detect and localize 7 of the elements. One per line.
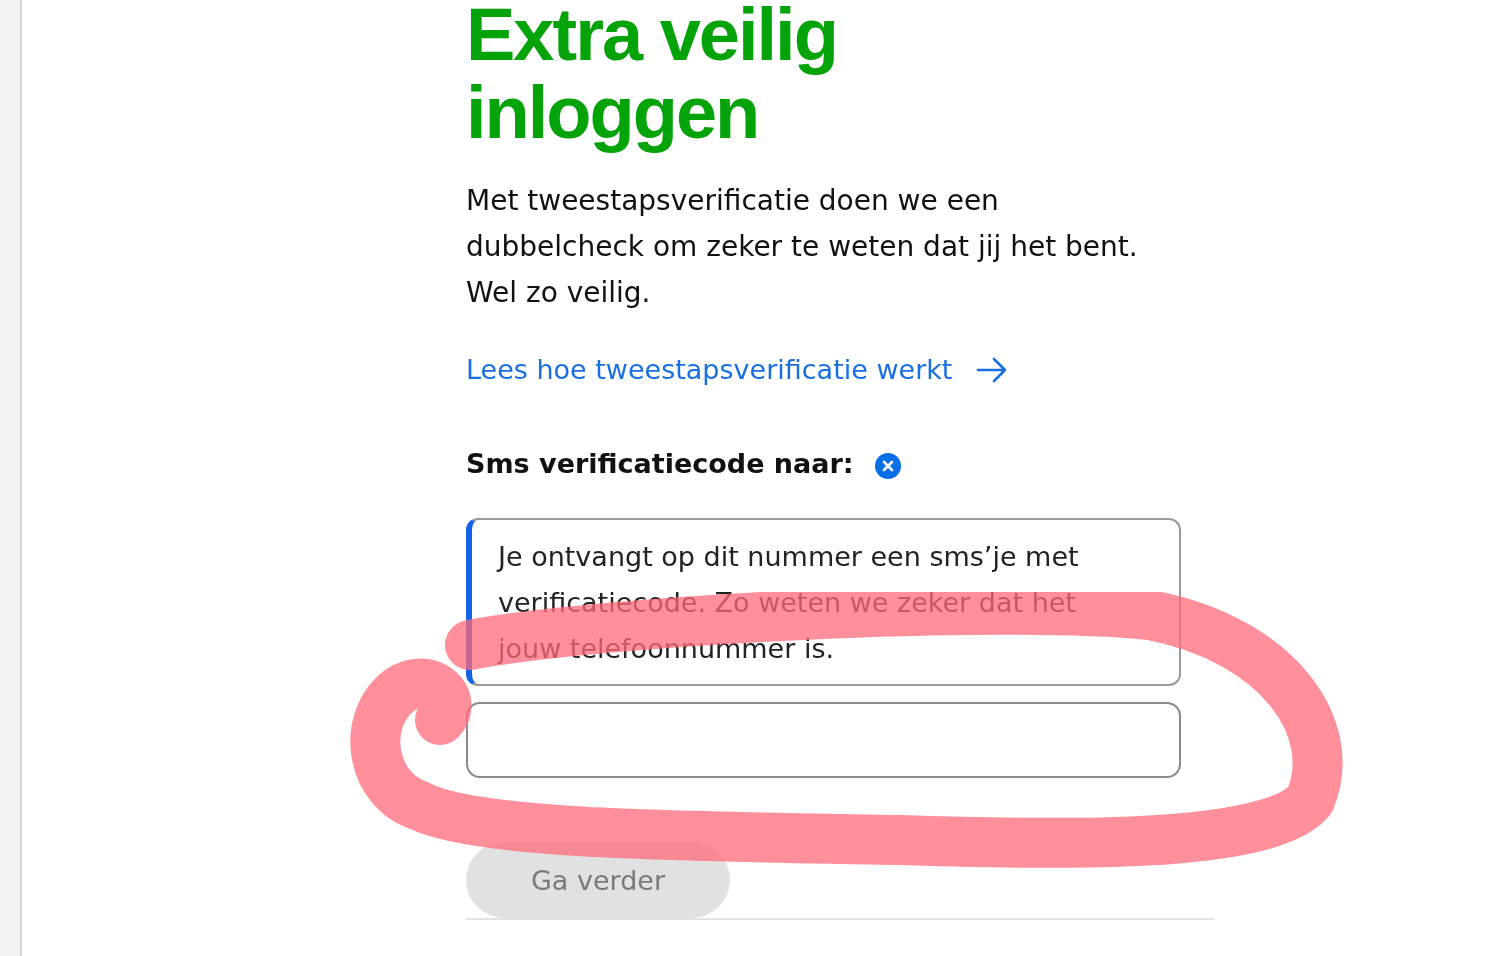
arrow-right-icon [976, 356, 1009, 384]
close-icon[interactable] [873, 452, 902, 480]
sms-heading: Sms verificatiecode naar: [466, 447, 854, 481]
info-link[interactable]: Lees hoe tweestapsverificatie werkt [466, 350, 1214, 390]
intro-text: Met tweestapsverificatie doen we een dubbelcheck om zeker te weten dat jij het bent. Wel zo veilig. [466, 183, 1139, 311]
phone-input-field[interactable] [466, 702, 1181, 778]
page-title: Extra veilig inloggen [466, 0, 838, 152]
